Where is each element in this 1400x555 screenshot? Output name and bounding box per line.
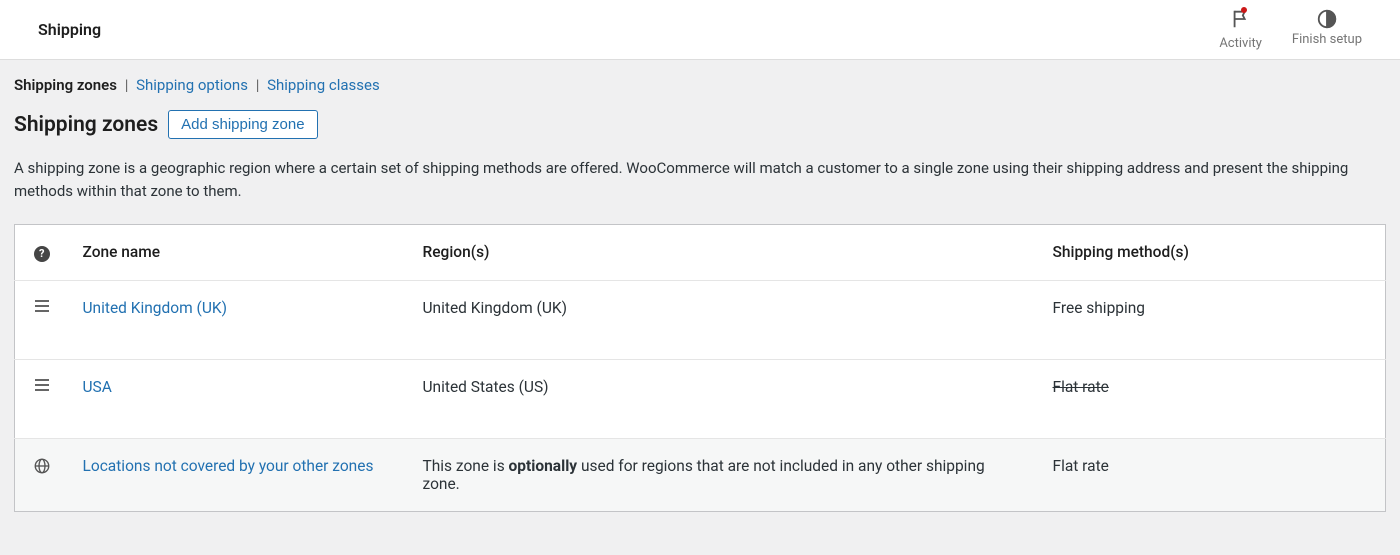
header-region: Region(s) bbox=[405, 225, 1035, 281]
section-description: A shipping zone is a geographic region w… bbox=[14, 157, 1384, 202]
help-icon[interactable]: ? bbox=[34, 246, 50, 262]
zone-method: Free shipping bbox=[1035, 280, 1386, 359]
subtabs: Shipping zones | Shipping options | Ship… bbox=[14, 74, 1386, 110]
drag-handle-icon[interactable] bbox=[34, 378, 50, 392]
zone-region: United Kingdom (UK) bbox=[405, 280, 1035, 359]
tab-shipping-zones[interactable]: Shipping zones bbox=[14, 76, 117, 94]
table-header-row: ? Zone name Region(s) Shipping method(s) bbox=[15, 225, 1386, 281]
table-row-fallback: Locations not covered by your other zone… bbox=[15, 438, 1386, 511]
table-row: USA United States (US) Flat rate bbox=[15, 359, 1386, 438]
half-circle-icon bbox=[1316, 8, 1338, 30]
zone-region: United States (US) bbox=[405, 359, 1035, 438]
shipping-zones-table: ? Zone name Region(s) Shipping method(s)… bbox=[14, 224, 1386, 512]
finish-setup-label: Finish setup bbox=[1292, 32, 1362, 47]
section-heading: Shipping zones bbox=[14, 113, 158, 137]
topbar-actions: Activity Finish setup bbox=[1219, 8, 1362, 51]
zone-link[interactable]: USA bbox=[83, 378, 112, 396]
tab-shipping-options[interactable]: Shipping options bbox=[136, 76, 248, 94]
add-shipping-zone-button[interactable]: Add shipping zone bbox=[168, 110, 317, 139]
zone-link[interactable]: United Kingdom (UK) bbox=[83, 299, 228, 317]
zone-method: Flat rate bbox=[1053, 378, 1109, 396]
activity-label: Activity bbox=[1219, 36, 1262, 51]
header-zone-name: Zone name bbox=[65, 225, 405, 281]
drag-handle-icon[interactable] bbox=[34, 299, 50, 313]
page-title: Shipping bbox=[38, 20, 101, 39]
zone-method: Flat rate bbox=[1035, 438, 1386, 511]
finish-setup-button[interactable]: Finish setup bbox=[1292, 8, 1362, 47]
header-method: Shipping method(s) bbox=[1035, 225, 1386, 281]
table-row: United Kingdom (UK) United Kingdom (UK) … bbox=[15, 280, 1386, 359]
globe-icon bbox=[33, 457, 51, 475]
heading-row: Shipping zones Add shipping zone bbox=[14, 110, 1386, 139]
zone-region: This zone is optionally used for regions… bbox=[405, 438, 1035, 511]
header-help: ? bbox=[15, 225, 65, 281]
zone-link[interactable]: Locations not covered by your other zone… bbox=[83, 457, 374, 475]
topbar: Shipping Activity Finish setup bbox=[0, 0, 1400, 60]
tab-shipping-classes[interactable]: Shipping classes bbox=[267, 76, 380, 94]
content-area: Shipping zones | Shipping options | Ship… bbox=[0, 60, 1400, 526]
activity-button[interactable]: Activity bbox=[1219, 8, 1262, 51]
notification-dot-icon bbox=[1241, 7, 1247, 13]
